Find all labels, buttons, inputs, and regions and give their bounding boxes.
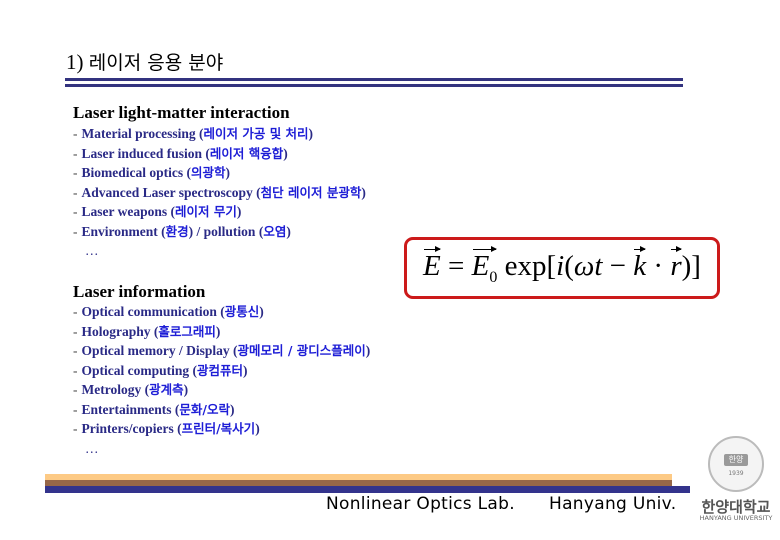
list-ellipsis: … xyxy=(85,440,99,456)
title-rule-bottom xyxy=(65,84,683,87)
title-rule-top xyxy=(65,78,683,81)
list-item: - Optical communication (광통신) xyxy=(73,304,264,319)
list-item: - Optical memory / Display (광메모리 / 광디스플레이… xyxy=(73,343,371,358)
vector-e: E xyxy=(423,245,441,282)
section-heading-interaction: Laser light-matter interaction xyxy=(73,103,290,122)
list-item: - Environment (환경) / pollution (오염) xyxy=(73,223,291,239)
logo-english-name: HANYANG UNIVERSITY xyxy=(699,514,773,522)
footer-university: Hanyang Univ. xyxy=(549,494,677,514)
title-number: 1) xyxy=(66,50,84,74)
interaction-list: - Material processing (레이저 가공 및 처리) - Lase… xyxy=(73,124,366,261)
slide-title: 1) 레이저 응용 분야 xyxy=(66,48,223,75)
list-item: - Holography (홀로그래피) xyxy=(73,323,221,339)
list-item: - Laser weapons (레이저 무기) xyxy=(73,204,242,219)
footer-lab-name: Nonlinear Optics Lab. xyxy=(326,494,515,514)
footer-stripe-navy xyxy=(45,486,690,493)
list-item: - Material processing (레이저 가공 및 처리) xyxy=(73,126,314,141)
list-item: - Advanced Laser spectroscopy (첨단 레이저 분광학… xyxy=(73,184,366,200)
wave-equation-box: E = E0 exp[i(ωt − k · r)] xyxy=(404,237,720,299)
list-item: - Optical computing (광컴퓨터) xyxy=(73,362,248,378)
list-item: - Entertainments (문화/오락) xyxy=(73,401,235,417)
list-item: - Printers/copiers (프린터/복사기) xyxy=(73,421,260,436)
information-list: - Optical communication (광통신) - Holography… xyxy=(73,302,370,458)
vector-r: r xyxy=(670,245,682,282)
section-heading-information: Laser information xyxy=(73,282,206,301)
vector-e0: E0 xyxy=(471,245,498,286)
list-item: - Laser induced fusion (레이저 핵융합) xyxy=(73,145,288,161)
list-item: - Metrology (광계측) xyxy=(73,382,189,397)
hanyang-university-logo: 한양 1939 한양대학교 HANYANG UNIVERSITY xyxy=(696,434,776,526)
list-ellipsis: … xyxy=(85,243,99,258)
university-seal-icon: 한양 1939 xyxy=(708,436,764,492)
title-korean: 레이저 응용 분야 xyxy=(88,52,224,74)
vector-k: k xyxy=(633,245,647,282)
list-item: - Biomedical optics (의광학) xyxy=(73,165,231,180)
wave-equation: E = E0 exp[i(ωt − k · r)] xyxy=(423,245,701,286)
